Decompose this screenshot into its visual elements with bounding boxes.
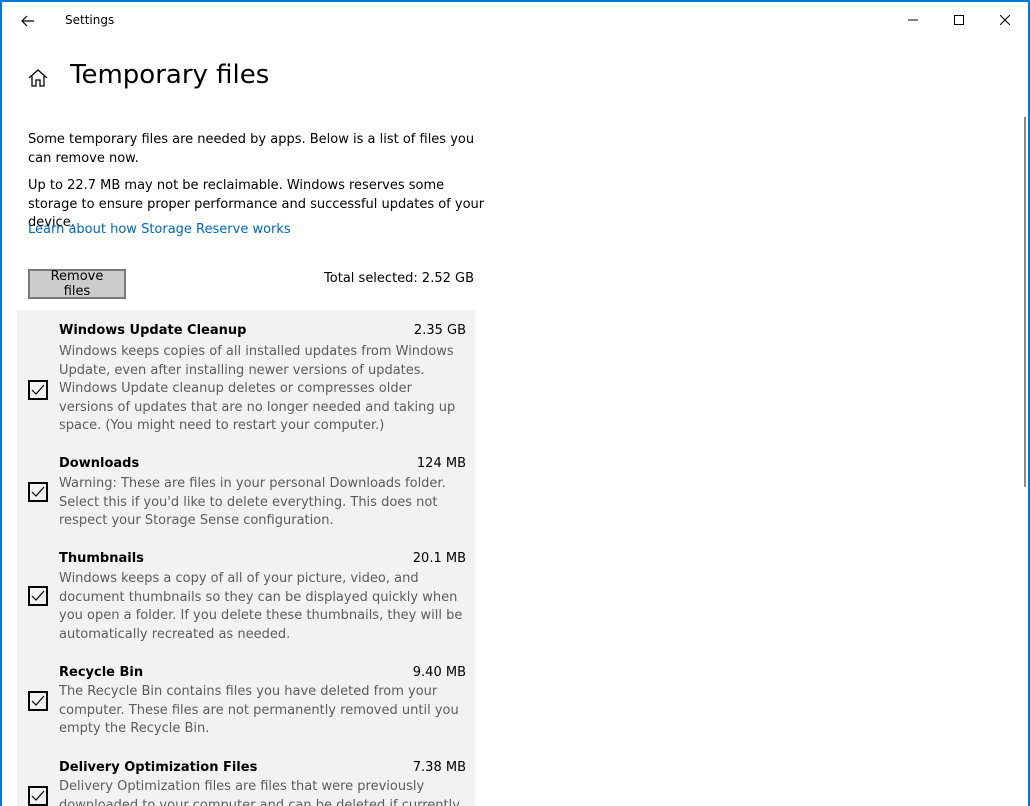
item-size: 7.38 MB xyxy=(412,760,466,775)
item-description: Windows keeps a copy of all of your pict… xyxy=(59,571,463,642)
settings-window: Settings Temporary files Some temporary … xyxy=(0,0,1030,806)
checkmark-icon xyxy=(31,590,45,601)
checkmark-icon xyxy=(31,384,45,395)
checkbox[interactable] xyxy=(28,786,48,806)
item-name: Recycle Bin xyxy=(59,665,144,680)
title-bar: Settings xyxy=(2,2,1028,40)
item-name: Downloads xyxy=(59,456,140,471)
back-button[interactable] xyxy=(10,6,46,36)
minimize-icon xyxy=(908,19,918,21)
minimize-button[interactable] xyxy=(890,2,936,38)
checkmark-icon xyxy=(31,486,45,497)
item-size: 9.40 MB xyxy=(412,665,466,680)
total-selected: Total selected: 2.52 GB xyxy=(324,271,474,286)
checkbox[interactable] xyxy=(28,586,48,606)
back-arrow-icon xyxy=(21,15,34,27)
item-description: Delivery Optimization files are files th… xyxy=(59,779,460,806)
item-name: Delivery Optimization Files xyxy=(59,760,258,775)
checkmark-icon xyxy=(31,790,45,801)
item-size: 2.35 GB xyxy=(413,323,466,338)
item-description: Windows keeps copies of all installed up… xyxy=(59,344,456,434)
close-icon xyxy=(1000,15,1010,25)
checkbox[interactable] xyxy=(28,482,48,502)
item-size: 124 MB xyxy=(416,456,466,471)
item-description: The Recycle Bin contains files you have … xyxy=(59,684,459,737)
item-description: Warning: These are files in your persona… xyxy=(59,476,446,529)
item-name: Thumbnails xyxy=(59,551,144,566)
checkmark-icon xyxy=(31,695,45,706)
item-name: Windows Update Cleanup xyxy=(59,323,247,338)
storage-reserve-link[interactable]: Learn about how Storage Reserve works xyxy=(28,222,291,237)
page-title: Temporary files xyxy=(70,60,270,90)
close-button[interactable] xyxy=(982,2,1028,38)
remove-files-button[interactable]: Remove files xyxy=(28,269,126,299)
intro-text: Some temporary files are needed by apps.… xyxy=(28,132,475,166)
home-icon[interactable] xyxy=(26,66,50,90)
maximize-icon xyxy=(954,15,964,25)
checkbox[interactable] xyxy=(28,380,48,400)
maximize-button[interactable] xyxy=(936,2,982,38)
app-title: Settings xyxy=(65,13,115,27)
scrollbar[interactable] xyxy=(1024,117,1026,487)
checkbox[interactable] xyxy=(28,691,48,711)
item-size: 20.1 MB xyxy=(412,551,466,566)
temp-files-list: Windows Update Cleanup 2.35 GB Windows k… xyxy=(17,310,475,806)
